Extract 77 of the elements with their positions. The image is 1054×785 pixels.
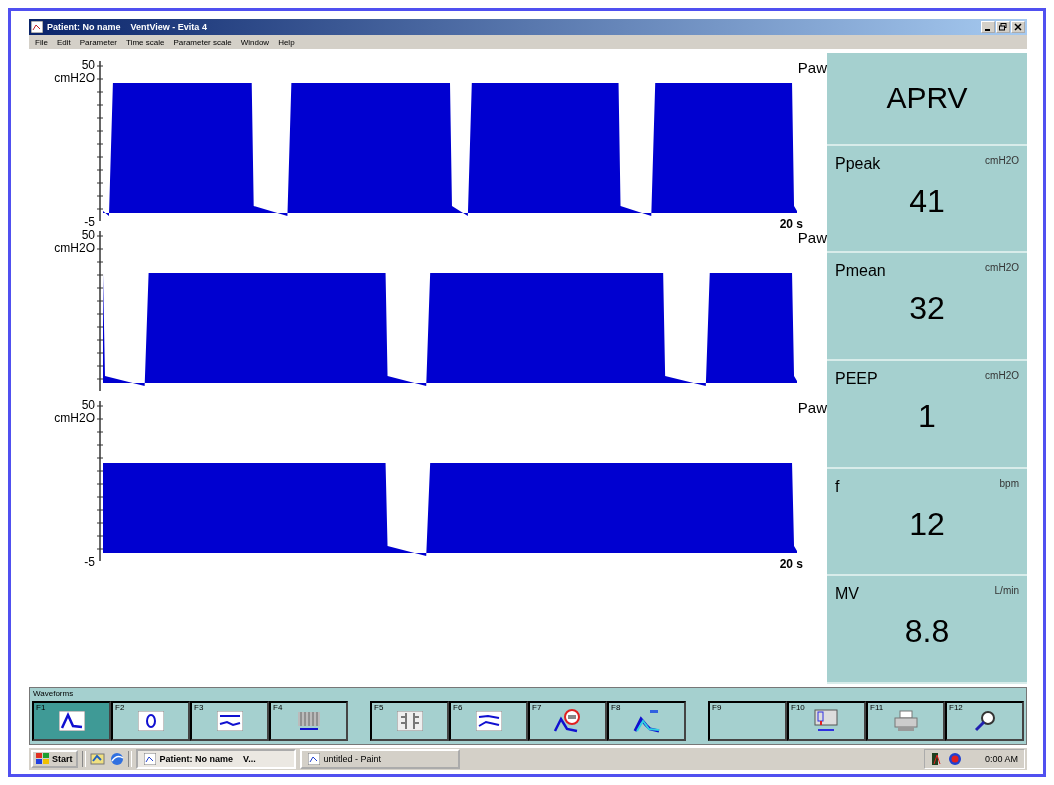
taskbar-button[interactable]: untitled - Paint	[299, 749, 460, 769]
function-key-button[interactable]: F10	[787, 701, 866, 741]
clock: 0:00 AM	[984, 754, 1018, 764]
restore-button[interactable]	[996, 21, 1010, 33]
reading-unit: cmH2O	[985, 370, 1019, 383]
unit-label: cmH2O	[54, 242, 95, 255]
parameter-label: Paw	[797, 59, 827, 76]
bar-chart-icon	[295, 711, 322, 731]
alarm-curve-icon	[552, 709, 583, 733]
unit-label: cmH2O	[54, 72, 95, 85]
axis-max-label: 50	[81, 399, 95, 412]
unit-label: cmH2O	[54, 412, 95, 425]
trend-icon	[216, 711, 243, 731]
columns-icon	[396, 711, 423, 731]
axis-max-label: 50	[81, 229, 95, 242]
windows-logo-icon	[36, 753, 50, 765]
parameter-label: Paw	[797, 399, 827, 416]
taskbar-button[interactable]: Patient: No name V...	[135, 749, 296, 769]
reading-name: PEEP	[835, 370, 878, 388]
toolbar-title: Waveforms	[32, 688, 75, 699]
window-title: Patient: No name VentView - Evita 4	[47, 22, 207, 32]
reading-name: Ppeak	[835, 154, 881, 173]
menu-item[interactable]: Parameter scale	[173, 37, 232, 47]
mode-label: APRV	[886, 81, 968, 116]
function-key-button[interactable]: F12	[945, 701, 1024, 741]
reading-name: f	[835, 477, 840, 496]
browser-icon[interactable]	[109, 752, 124, 766]
axis-max-label: 50	[81, 59, 95, 72]
function-key-button[interactable]: F1	[32, 701, 111, 741]
reading-value: 12	[908, 505, 946, 543]
menu-item[interactable]: Window	[240, 37, 270, 47]
reading-unit: L/min	[994, 585, 1019, 599]
start-button[interactable]: Start	[31, 750, 78, 768]
function-key-button[interactable]: F8	[607, 701, 686, 741]
loop-icon	[137, 711, 164, 731]
menu-screen-icon	[813, 709, 840, 733]
reading-name: MV	[835, 585, 859, 604]
printer-icon	[892, 710, 919, 732]
record-icon[interactable]	[947, 752, 962, 766]
axis-min-label: -5	[84, 216, 95, 229]
time-scale-label: 20 s	[779, 557, 803, 571]
menu-item[interactable]: Help	[278, 37, 295, 47]
function-key-button[interactable]: F5	[370, 701, 449, 741]
app-icon	[143, 753, 156, 765]
function-key-button[interactable]: F7	[528, 701, 607, 741]
menu-item[interactable]: Parameter	[79, 37, 118, 47]
waveform-icon	[58, 711, 85, 731]
menu-item[interactable]: File	[35, 37, 48, 47]
close-icon	[1014, 23, 1022, 31]
reading-value: 8.8	[903, 613, 951, 651]
time-scale-label: 20 s	[779, 217, 803, 231]
app-icon	[307, 753, 320, 765]
reading-value: 32	[908, 290, 946, 328]
minimize-button[interactable]	[981, 21, 995, 33]
function-key-button[interactable]: F11	[866, 701, 945, 741]
reading-name: Pmean	[835, 262, 886, 281]
function-key-button[interactable]: F9	[708, 701, 787, 741]
axis-min-label: -5	[84, 556, 95, 569]
function-key-button[interactable]: F2	[111, 701, 190, 741]
restore-icon	[999, 23, 1007, 31]
function-key-button[interactable]: F4	[269, 701, 348, 741]
search-icon	[972, 710, 997, 732]
close-button[interactable]	[1011, 21, 1025, 33]
app-icon	[31, 21, 43, 33]
function-key-button[interactable]: F3	[190, 701, 269, 741]
reading-unit: cmH2O	[985, 262, 1019, 276]
reading-value: 41	[908, 182, 946, 220]
curves-icon	[631, 709, 662, 733]
reading-unit: bpm	[999, 477, 1019, 491]
reading-unit: cmH2O	[985, 154, 1019, 168]
function-key-button[interactable]: F6	[449, 701, 528, 741]
reading-value: 1	[917, 398, 937, 435]
screen-icon	[475, 711, 502, 731]
menu-item[interactable]: Edit	[56, 37, 71, 47]
menu-item[interactable]: Time scale	[126, 37, 165, 47]
desktop-icon[interactable]	[89, 752, 106, 766]
parameter-label: Paw	[797, 229, 827, 246]
